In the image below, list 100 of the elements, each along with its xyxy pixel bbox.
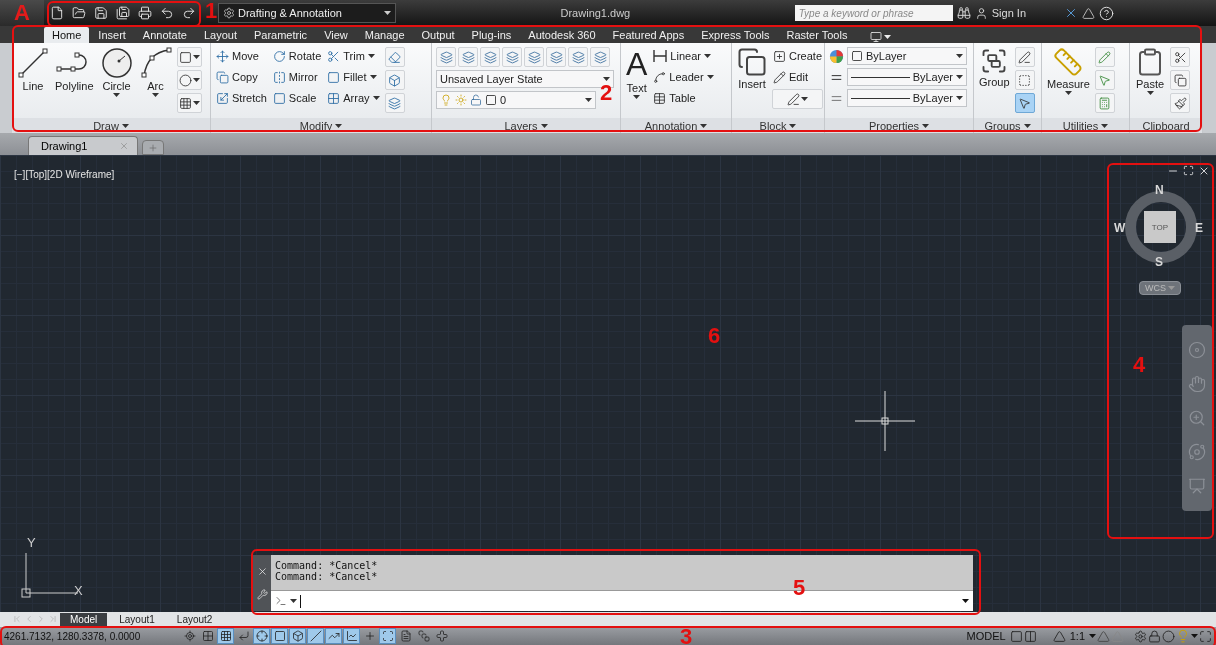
annotation-tool-button[interactable]: Table [652, 89, 715, 107]
draw-tool-button[interactable]: Circle [98, 47, 135, 97]
utility-tool-button[interactable] [1094, 47, 1115, 67]
draw-option-button[interactable] [176, 47, 202, 67]
modify-icon-button[interactable] [384, 93, 405, 113]
annotation-tool-button[interactable]: Linear [652, 47, 715, 65]
open-folder-icon[interactable] [72, 6, 86, 20]
triangle-icon[interactable] [1082, 6, 1095, 20]
clipboard-tool-button[interactable] [1170, 93, 1190, 113]
ribbon-tab[interactable]: Plug-ins [463, 27, 520, 43]
draw-tool-button[interactable]: Arc [138, 47, 173, 97]
layout-tab[interactable]: Layout2 [166, 612, 223, 627]
annotation-scale-button[interactable]: 1:1 [1066, 630, 1088, 642]
insert-block-button[interactable]: Insert [736, 47, 768, 90]
group-tool-button[interactable] [1014, 70, 1035, 90]
ribbon-tab[interactable]: Layout [195, 27, 245, 43]
utility-tool-button[interactable] [1094, 70, 1115, 90]
draw-tool-button[interactable]: Polyline [54, 47, 95, 92]
modify-tool-button[interactable]: Mirror [271, 68, 323, 86]
modify-tool-button[interactable]: Array [326, 89, 381, 107]
group-tool-button[interactable] [1014, 93, 1035, 113]
modify-icon-button[interactable] [384, 47, 405, 67]
help-icon[interactable] [1099, 5, 1114, 21]
clipboard-tool-button[interactable] [1170, 70, 1190, 90]
modify-tool-button[interactable]: Fillet [326, 68, 381, 86]
modify-icon-button[interactable] [384, 70, 405, 90]
draw-option-button[interactable] [176, 70, 202, 90]
annotation-tool-button[interactable]: Leader [652, 68, 715, 86]
status-toggle-button[interactable] [289, 628, 306, 644]
group-button[interactable]: Group [978, 47, 1011, 88]
ribbon-tab[interactable]: Autodesk 360 [520, 27, 604, 43]
color-dropdown[interactable]: ByLayer [847, 47, 967, 65]
layer-dropdown[interactable]: 0 [436, 91, 596, 109]
text-tool-button[interactable]: A Text [625, 47, 649, 99]
ribbon-tab[interactable]: Home [44, 27, 90, 43]
sign-in-link[interactable]: Sign In [991, 7, 1026, 19]
layer-tool-button[interactable] [590, 47, 610, 67]
modify-tool-button[interactable]: Trim [326, 47, 381, 65]
ribbon-tab[interactable]: Manage [356, 27, 413, 43]
view-cube-face[interactable]: TOP [1144, 211, 1176, 243]
layers-icon [593, 50, 607, 64]
paste-button[interactable]: Paste [1134, 47, 1166, 95]
draw-option-button[interactable] [176, 93, 202, 113]
ribbon-tab[interactable]: Express Tools [693, 27, 778, 43]
workspace-dropdown[interactable]: Drafting & Annotation [218, 3, 396, 23]
print-icon[interactable] [138, 6, 152, 20]
block-tool-button[interactable]: Edit [772, 68, 824, 86]
measure-button[interactable]: Measure [1046, 47, 1091, 95]
scale-icon [272, 91, 286, 105]
wrench-icon[interactable] [256, 588, 268, 600]
ribbon-tab[interactable]: Featured Apps [604, 27, 693, 43]
group-tool-button[interactable] [1014, 47, 1035, 67]
block-tool-button[interactable]: Create [772, 47, 824, 65]
save-icon[interactable] [94, 6, 108, 20]
prompt-icon[interactable] [275, 595, 287, 607]
binoculars-icon[interactable] [956, 6, 971, 20]
model-space-button[interactable]: MODEL [963, 630, 1009, 642]
layer-tool-button[interactable] [568, 47, 588, 67]
draw-tool-button[interactable]: Line [16, 47, 50, 92]
layer-tool-button[interactable] [480, 47, 500, 67]
linetype-dropdown[interactable]: ByLayer [847, 89, 967, 107]
ribbon-tab[interactable]: Raster Tools [778, 27, 856, 43]
lineweight-dropdown[interactable]: ByLayer [847, 68, 967, 86]
modify-tool-button[interactable]: Scale [271, 89, 323, 107]
modify-tool-button[interactable]: Stretch [215, 89, 268, 107]
lock-icon[interactable] [1148, 629, 1161, 643]
ribbon-tab[interactable]: Insert [90, 27, 134, 43]
restore-icon[interactable] [1183, 165, 1194, 176]
layer-tool-button[interactable] [524, 47, 544, 67]
status-toggle-button[interactable] [307, 628, 324, 644]
user-icon[interactable] [974, 6, 988, 20]
layer-tool-button[interactable] [436, 47, 456, 67]
block-attribute-button[interactable] [772, 89, 824, 109]
clipboard-tool-button[interactable] [1170, 47, 1190, 67]
undo-icon[interactable] [160, 6, 174, 20]
layer-tool-button[interactable] [546, 47, 566, 67]
model-tab[interactable]: Model [60, 612, 108, 627]
modify-tool-button[interactable]: Rotate [271, 47, 323, 65]
layer-tool-button[interactable] [458, 47, 478, 67]
layer-tool-button[interactable] [502, 47, 522, 67]
ribbon-tab[interactable]: Output [413, 27, 463, 43]
utility-tool-button[interactable] [1094, 93, 1115, 113]
modify-tool-button[interactable]: Copy [215, 68, 268, 86]
layout-tab[interactable]: Layout1 [109, 612, 165, 627]
viewport-label[interactable]: [−][Top][2D Wireframe] [14, 169, 115, 180]
modify-tool-button[interactable]: Move [215, 47, 268, 65]
ribbon-tab[interactable]: View [316, 27, 356, 43]
document-tab[interactable]: Drawing1 [28, 136, 138, 155]
display-icon[interactable] [870, 31, 883, 43]
ribbon-tab[interactable]: Annotate [134, 27, 195, 43]
new-file-icon[interactable] [50, 6, 64, 20]
gear-icon[interactable] [1134, 629, 1147, 643]
search-field[interactable]: Type a keyword or phrase [794, 5, 953, 21]
status-toggle-button[interactable] [217, 628, 234, 644]
close-icon[interactable] [1198, 165, 1210, 177]
save-as-icon[interactable] [116, 6, 130, 20]
ribbon-tab[interactable]: Parametric [245, 27, 316, 43]
close-icon[interactable] [256, 566, 268, 578]
redo-icon[interactable] [182, 6, 196, 20]
layout-icon[interactable] [1023, 629, 1037, 643]
